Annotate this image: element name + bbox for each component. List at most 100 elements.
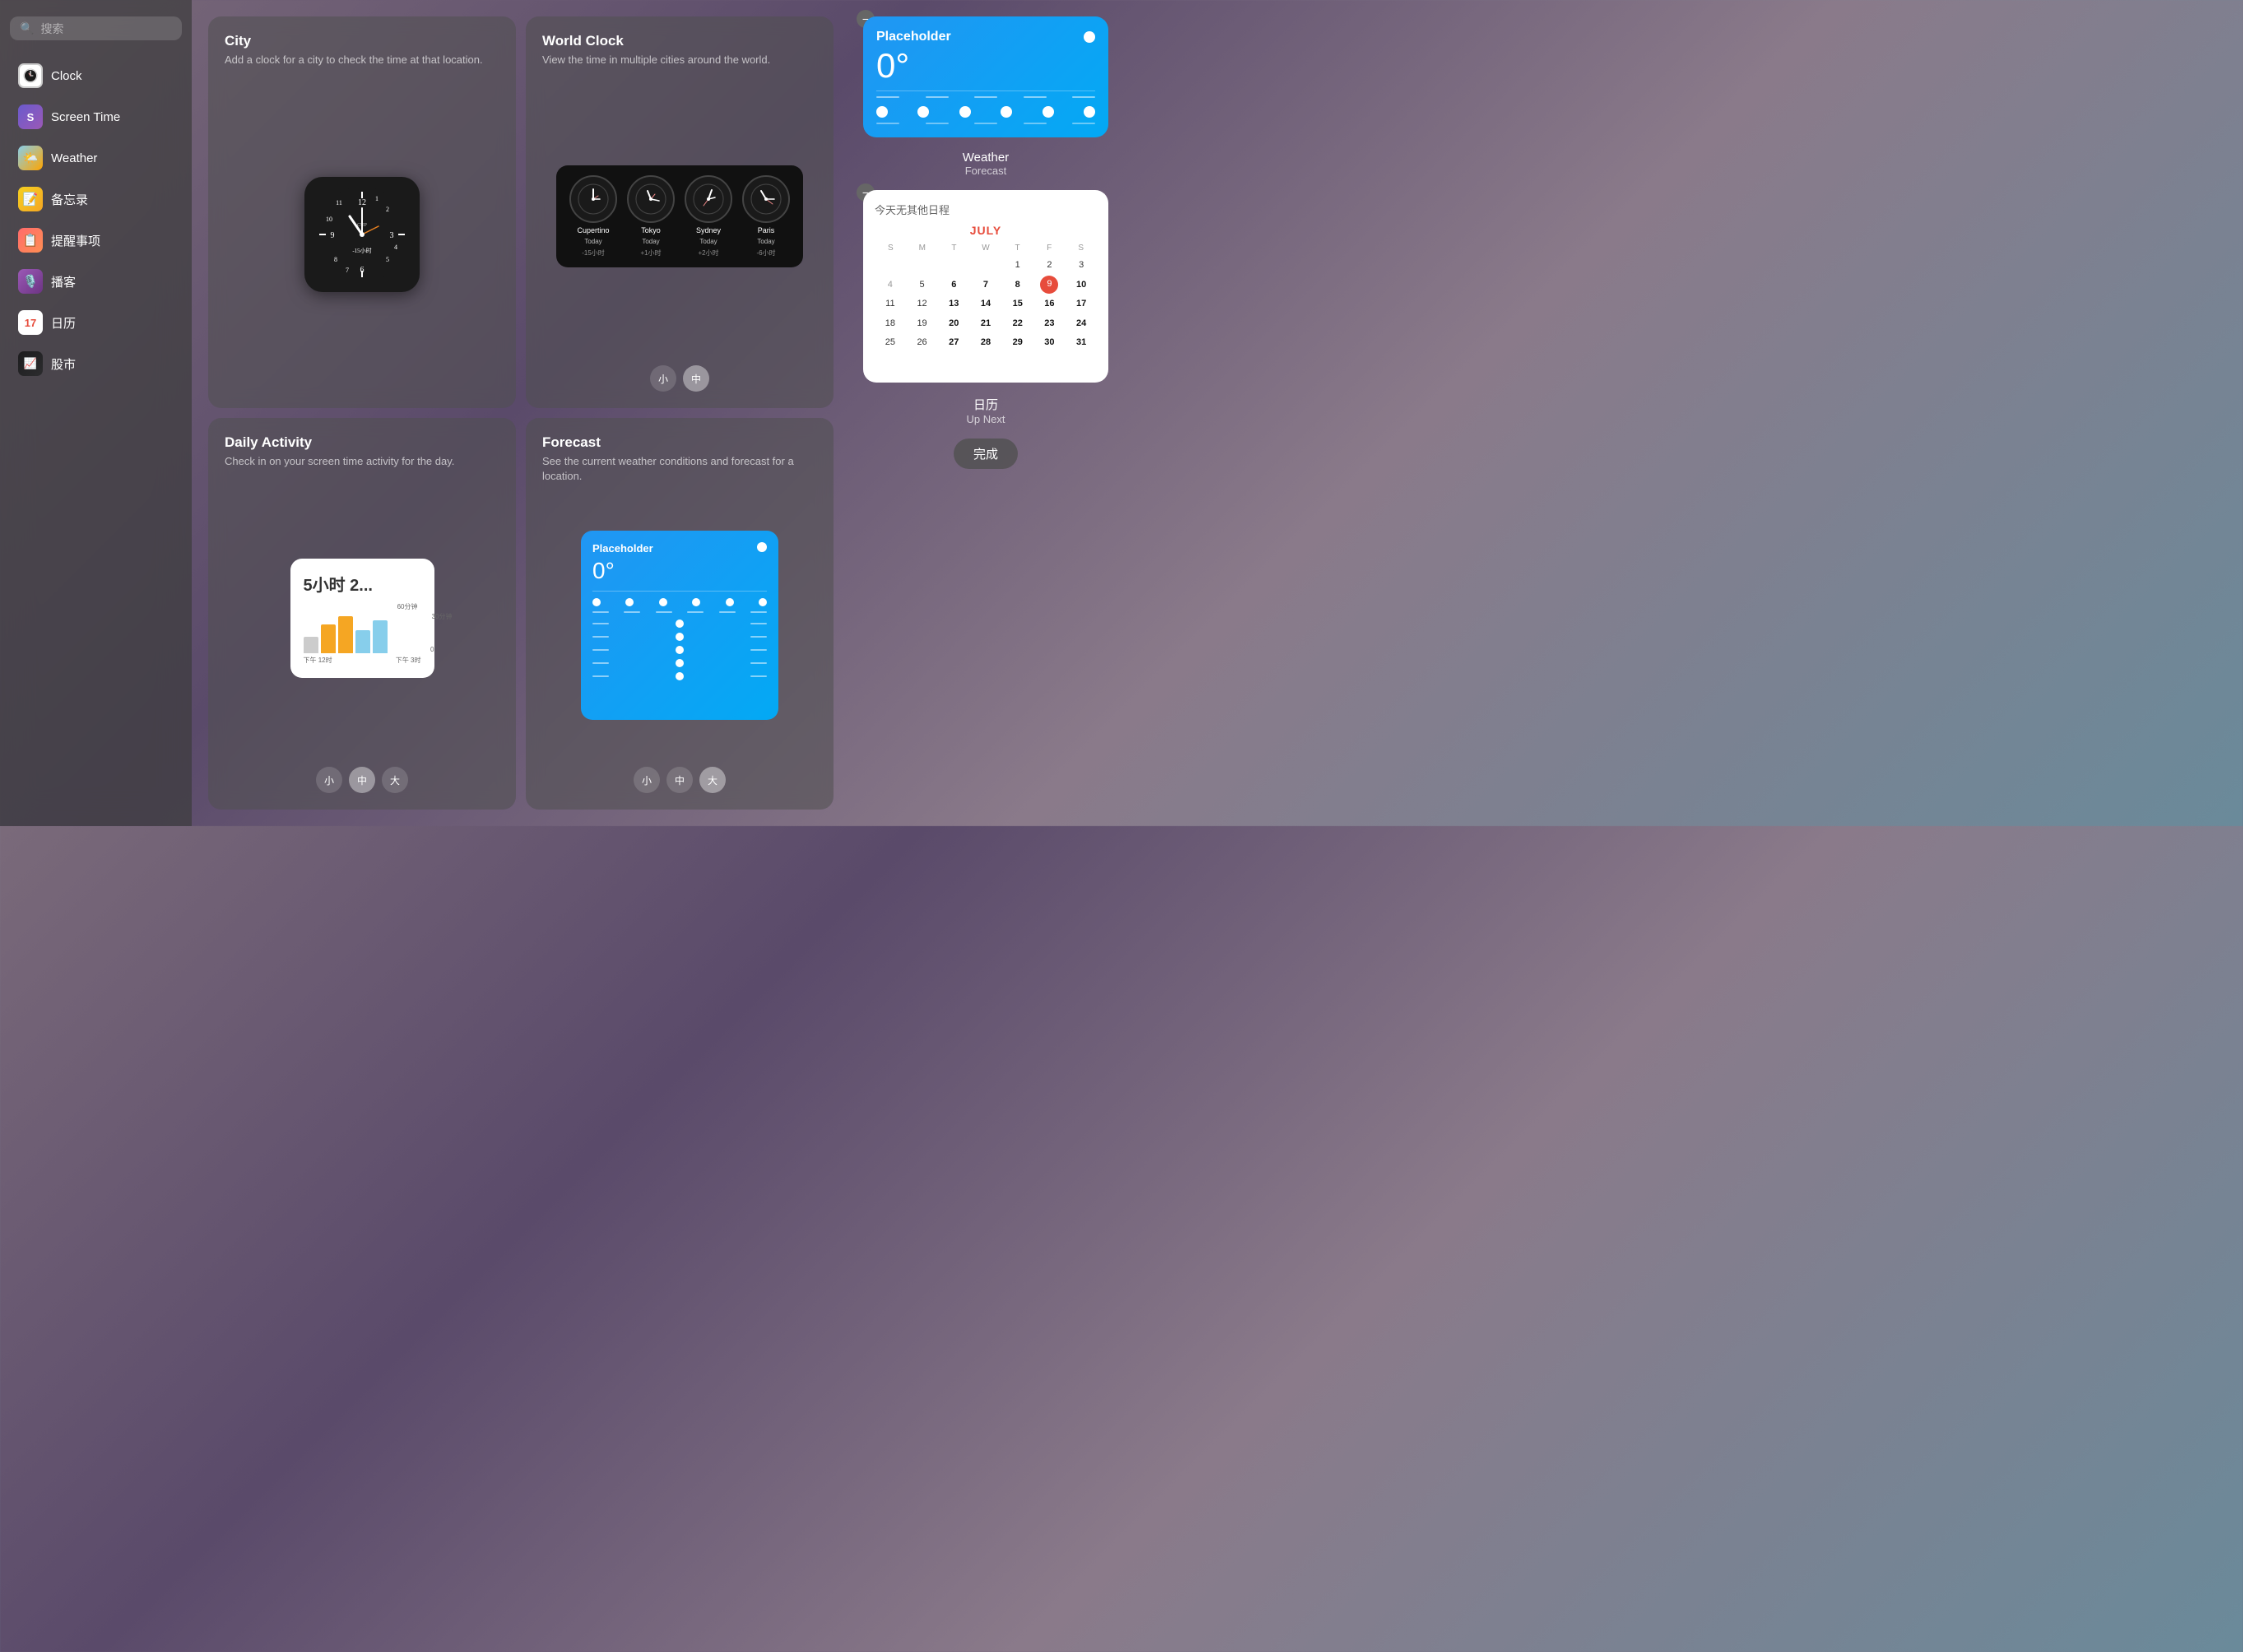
forecast-dash-5 <box>719 611 736 613</box>
city-preview: 12 3 6 9 1 2 4 5 7 8 10 11 -15 <box>225 77 499 392</box>
sidebar-item-weather[interactable]: 🌤️ Weather <box>10 139 182 177</box>
sidebar-item-notes[interactable]: 📝 备忘录 <box>10 180 182 218</box>
day-13[interactable]: 13 <box>938 295 969 313</box>
svg-text:12: 12 <box>358 198 366 207</box>
podcasts-icon: 🎙️ <box>18 269 43 294</box>
day-11[interactable]: 11 <box>875 295 906 313</box>
day-19[interactable]: 19 <box>907 314 938 333</box>
sidebar-item-clock[interactable]: Clock <box>10 57 182 95</box>
day-31[interactable]: 31 <box>1066 333 1097 352</box>
chart-label-noon: 下午 12时 <box>304 656 332 665</box>
widget-grid: City Add a clock for a city to check the… <box>208 16 834 810</box>
size-small-btn[interactable]: 小 <box>650 365 676 392</box>
dow-t2: T <box>1001 242 1033 254</box>
calendar-widget-label: 日历 <box>863 396 1108 413</box>
day-1[interactable]: 1 <box>1002 256 1033 275</box>
forecast-day-dot-5 <box>676 672 684 680</box>
main-content: City Add a clock for a city to check the… <box>192 0 850 826</box>
cupertino-name: Cupertino <box>577 226 609 234</box>
day-21[interactable]: 21 <box>970 314 1001 333</box>
svg-text:7: 7 <box>346 267 349 274</box>
calendar-month-name: JULY <box>970 224 1002 237</box>
ww-sub-dash-1 <box>876 123 899 124</box>
podcasts-label: 播客 <box>51 273 76 290</box>
size-small-fc-btn[interactable]: 小 <box>634 767 660 793</box>
day-3[interactable]: 3 <box>1066 256 1097 275</box>
sydney-offset: +2小时 <box>698 248 718 258</box>
calendar-no-events: 今天无其他日程 <box>875 202 1097 217</box>
day-28[interactable]: 28 <box>970 333 1001 352</box>
ww-icon-4 <box>1001 106 1012 118</box>
city-sydney: Sydney Today +2小时 <box>685 175 732 258</box>
size-medium-da-btn[interactable]: 中 <box>349 767 375 793</box>
forecast-header: Placeholder <box>592 542 767 555</box>
size-large-da-btn[interactable]: 大 <box>382 767 408 793</box>
search-input[interactable] <box>40 22 172 35</box>
screentime-icon: S <box>18 104 43 129</box>
day-20[interactable]: 20 <box>938 314 969 333</box>
size-small-da-btn[interactable]: 小 <box>316 767 342 793</box>
day-30[interactable]: 30 <box>1034 333 1066 352</box>
forecast-day-row-3 <box>592 646 767 654</box>
day-14[interactable]: 14 <box>970 295 1001 313</box>
world-clock-title: World Clock <box>542 33 817 49</box>
day-5[interactable]: 5 <box>907 276 938 295</box>
forecast-day-dot-1 <box>676 620 684 628</box>
forecast-day-dot-4 <box>676 659 684 667</box>
forecast-temp: 0° <box>592 558 767 584</box>
day-22[interactable]: 22 <box>1002 314 1033 333</box>
mini-clock-tokyo <box>627 175 675 223</box>
day-27[interactable]: 27 <box>938 333 969 352</box>
ww-dash-4 <box>1024 96 1047 98</box>
day-7[interactable]: 7 <box>970 276 1001 295</box>
day-18[interactable]: 18 <box>875 314 906 333</box>
size-large-fc-btn[interactable]: 大 <box>699 767 726 793</box>
done-button[interactable]: 完成 <box>954 439 1018 469</box>
bar-1 <box>304 637 318 653</box>
search-bar[interactable]: 🔍 <box>10 16 182 40</box>
forecast-day-dash-3 <box>592 649 609 651</box>
day-9-today[interactable]: 9 <box>1040 276 1058 294</box>
svg-text:10: 10 <box>326 216 332 223</box>
ww-icon-3 <box>959 106 971 118</box>
size-medium-fc-btn[interactable]: 中 <box>666 767 693 793</box>
day-10[interactable]: 10 <box>1066 276 1097 295</box>
day-25[interactable]: 25 <box>875 333 906 352</box>
day-12[interactable]: 12 <box>907 295 938 313</box>
city-widget-card: City Add a clock for a city to check the… <box>208 16 516 408</box>
day-17[interactable]: 17 <box>1066 295 1097 313</box>
day-16[interactable]: 16 <box>1034 295 1066 313</box>
forecast-day-dash-1 <box>592 623 609 624</box>
clock-face: 12 3 6 9 1 2 4 5 7 8 10 11 -15 <box>304 177 420 292</box>
sidebar-item-stocks[interactable]: 📈 股市 <box>10 345 182 383</box>
forecast-day-dot-2 <box>676 633 684 641</box>
weather-label: Weather <box>51 151 97 165</box>
calendar-widget-container: − 今天无其他日程 JULY S M T W T F S - - - <box>863 190 1108 389</box>
forecast-dash-3 <box>656 611 672 613</box>
daily-activity-size-buttons: 小 中 大 <box>225 767 499 793</box>
day-24[interactable]: 24 <box>1066 314 1097 333</box>
sidebar-item-reminders[interactable]: 📋 提醒事项 <box>10 221 182 259</box>
day-26[interactable]: 26 <box>907 333 938 352</box>
calendar-month-header: JULY <box>875 224 1097 237</box>
calendar-label: 日历 <box>51 314 76 332</box>
notes-label: 备忘录 <box>51 191 88 208</box>
day-29[interactable]: 29 <box>1002 333 1033 352</box>
day-2[interactable]: 2 <box>1034 256 1066 275</box>
bar-2 <box>321 624 336 653</box>
day-6[interactable]: 6 <box>938 276 969 295</box>
sidebar-item-screentime[interactable]: S Screen Time <box>10 98 182 136</box>
sidebar-item-podcasts[interactable]: 🎙️ 播客 <box>10 262 182 300</box>
ww-icon-6 <box>1084 106 1095 118</box>
sidebar-item-calendar[interactable]: 17 日历 <box>10 304 182 341</box>
day-8[interactable]: 8 <box>1002 276 1033 295</box>
forecast-day-dash-5 <box>592 675 609 677</box>
day-23[interactable]: 23 <box>1034 314 1066 333</box>
svg-text:4: 4 <box>394 244 397 251</box>
day-4[interactable]: 4 <box>875 276 906 295</box>
weather-widget-sub-dashes <box>876 123 1095 124</box>
daily-activity-title: Daily Activity <box>225 434 499 451</box>
day-15[interactable]: 15 <box>1002 295 1033 313</box>
size-medium-btn[interactable]: 中 <box>683 365 709 392</box>
forecast-daily-rows <box>592 620 767 680</box>
